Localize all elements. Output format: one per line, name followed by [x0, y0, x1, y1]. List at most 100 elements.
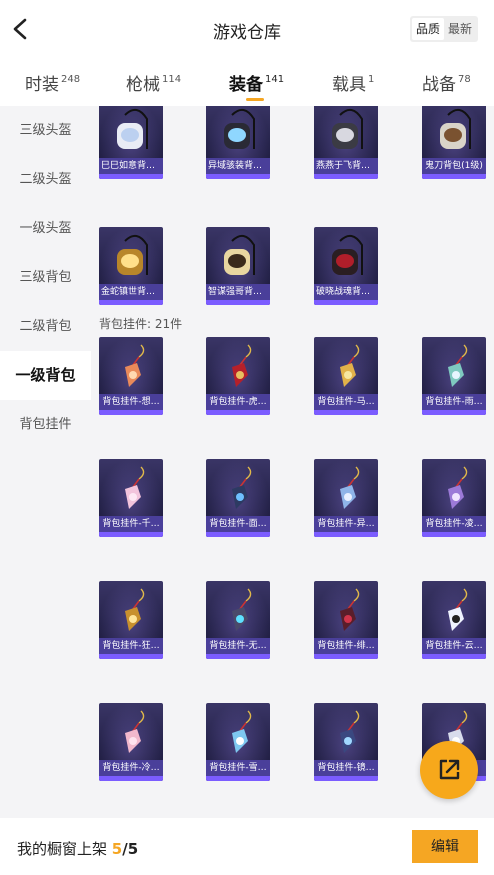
- horse-charm-icon: [340, 344, 360, 387]
- backpack-card[interactable]: 智谋强哥背包(1级): [206, 227, 270, 305]
- category-tabs: 时装 248 枪械 114 装备 141 载具 1 战备 78: [0, 58, 494, 106]
- rarity-bar: [314, 410, 378, 415]
- rarity-bar: [99, 776, 163, 781]
- pendant-card[interactable]: 背包挂件-狂…: [99, 581, 163, 659]
- tab-label: 载具: [332, 75, 366, 95]
- top-bar: 游戏仓库 品质 最新: [0, 0, 494, 58]
- backpack-card[interactable]: 巳巳如意背包(1级): [99, 106, 163, 179]
- card-name: 背包挂件-云…: [422, 638, 486, 654]
- backpack-card[interactable]: 破晓战魂背包(1级): [314, 227, 378, 305]
- gem-charm-icon: [232, 588, 252, 631]
- backpack-card[interactable]: 金蛇镇世背包(1级): [99, 227, 163, 305]
- tiger-charm-icon: [232, 344, 252, 387]
- rarity-bar: [314, 300, 378, 305]
- backpack-card[interactable]: 燕燕于飞背包(1级): [314, 106, 378, 179]
- tab-equipment[interactable]: 装备 141: [229, 70, 285, 101]
- card-name: 背包挂件-虎…: [206, 394, 270, 410]
- pendant-card[interactable]: 背包挂件-雪…: [206, 703, 270, 781]
- tab-firearms[interactable]: 枪械 114: [126, 70, 181, 95]
- crystal-charm-icon: [448, 466, 468, 509]
- card-name: 异域骇装背包(1级): [206, 158, 270, 174]
- sort-by-quality[interactable]: 品质: [411, 18, 444, 40]
- card-name: 背包挂件-千…: [99, 516, 163, 532]
- rarity-bar: [314, 654, 378, 659]
- tab-count: 78: [458, 74, 471, 85]
- active-tab-indicator: [246, 98, 264, 101]
- share-button[interactable]: [420, 741, 478, 799]
- sort-toggle: 品质 最新: [409, 16, 478, 42]
- pendant-card[interactable]: 背包挂件-雨…: [422, 337, 486, 415]
- section-count: 21件: [154, 317, 183, 331]
- scroll-charm-icon: [125, 344, 145, 387]
- card-name: 破晓战魂背包(1级): [314, 284, 378, 300]
- sidebar-item-level3-backpack[interactable]: 三级背包: [0, 253, 91, 302]
- pendant-card[interactable]: 背包挂件-想…: [99, 337, 163, 415]
- tab-label: 战备: [422, 75, 456, 95]
- card-name: 背包挂件-绯…: [314, 638, 378, 654]
- rarity-bar: [99, 300, 163, 305]
- rarity-bar: [206, 410, 270, 415]
- rarity-bar: [422, 532, 486, 537]
- pendant-card[interactable]: 背包挂件-马…: [314, 337, 378, 415]
- rarity-bar: [206, 776, 270, 781]
- card-name: 燕燕于飞背包(1级): [314, 158, 378, 174]
- snow-bow-charm-icon: [232, 710, 252, 753]
- rarity-bar: [422, 410, 486, 415]
- pendant-card[interactable]: 背包挂件-异…: [314, 459, 378, 537]
- tab-count: 141: [265, 74, 285, 85]
- tab-count: 114: [162, 74, 182, 85]
- pendant-card[interactable]: 背包挂件-镜…: [314, 703, 378, 781]
- rarity-bar: [314, 776, 378, 781]
- sidebar-item-backpack-pendant[interactable]: 背包挂件: [0, 400, 91, 449]
- rarity-bar: [206, 532, 270, 537]
- backpack-card[interactable]: 鬼刀背包(1级): [422, 106, 486, 179]
- card-name: 背包挂件-雪…: [206, 760, 270, 776]
- pendant-card[interactable]: 背包挂件-面…: [206, 459, 270, 537]
- pendant-card[interactable]: 背包挂件-凌…: [422, 459, 486, 537]
- tab-fashion[interactable]: 时装 248: [25, 70, 80, 95]
- sidebar-item-level2-backpack[interactable]: 二级背包: [0, 302, 91, 351]
- card-name: 背包挂件-冷…: [99, 760, 163, 776]
- tab-label: 时装: [25, 75, 59, 95]
- pendant-card[interactable]: 背包挂件-虎…: [206, 337, 270, 415]
- pendant-card[interactable]: 背包挂件-无…: [206, 581, 270, 659]
- card-name: 背包挂件-异…: [314, 516, 378, 532]
- tab-vehicles[interactable]: 载具 1: [332, 70, 374, 95]
- card-name: 背包挂件-马…: [314, 394, 378, 410]
- bunny-ear-backpack-icon: [224, 234, 255, 275]
- rarity-bar: [314, 174, 378, 179]
- wand-charm-icon: [448, 344, 468, 387]
- rarity-bar: [99, 174, 163, 179]
- dawn-backpack-icon: [332, 234, 363, 275]
- sidebar-item-level3-helmet[interactable]: 三级头盔: [0, 106, 91, 155]
- showcase-label: 我的橱窗上架: [17, 840, 108, 858]
- rarity-bar: [206, 654, 270, 659]
- sort-by-newest[interactable]: 最新: [444, 18, 476, 40]
- pendant-section-header: 背包挂件: 21件: [99, 317, 183, 331]
- rarity-bar: [206, 174, 270, 179]
- card-name: 鬼刀背包(1级): [422, 158, 486, 174]
- rarity-bar: [99, 654, 163, 659]
- pendant-card[interactable]: 背包挂件-冷…: [99, 703, 163, 781]
- pendant-card[interactable]: 背包挂件-云…: [422, 581, 486, 659]
- sidebar-item-level1-helmet[interactable]: 一级头盔: [0, 204, 91, 253]
- pendant-card[interactable]: 背包挂件-绯…: [314, 581, 378, 659]
- showcase-status: 我的橱窗上架 5/5: [17, 838, 138, 859]
- item-grid: 巳巳如意背包(1级) 异域骇装背包(1级) 燕燕于飞背包(1级) 鬼刀背包(1级) 金蛇…: [91, 106, 494, 818]
- rarity-bar: [99, 532, 163, 537]
- sidebar-item-level1-backpack[interactable]: 一级背包: [0, 351, 91, 400]
- edit-button[interactable]: 编辑: [412, 830, 478, 863]
- section-label: 背包挂件: [99, 317, 148, 331]
- card-name: 巳巳如意背包(1级): [99, 158, 163, 174]
- cyber-backpack-icon: [224, 108, 255, 149]
- tab-label: 装备: [229, 75, 263, 95]
- tab-supplies[interactable]: 战备 78: [422, 70, 471, 95]
- card-name: 背包挂件-想…: [99, 394, 163, 410]
- rabbit-backpack-icon: [117, 108, 148, 149]
- bow-charm-icon: [125, 466, 145, 509]
- card-name: 背包挂件-面…: [206, 516, 270, 532]
- pendant-card[interactable]: 背包挂件-千…: [99, 459, 163, 537]
- backpack-card[interactable]: 异域骇装背包(1级): [206, 106, 270, 179]
- sidebar-item-level2-helmet[interactable]: 二级头盔: [0, 155, 91, 204]
- claw-charm-icon: [125, 588, 145, 631]
